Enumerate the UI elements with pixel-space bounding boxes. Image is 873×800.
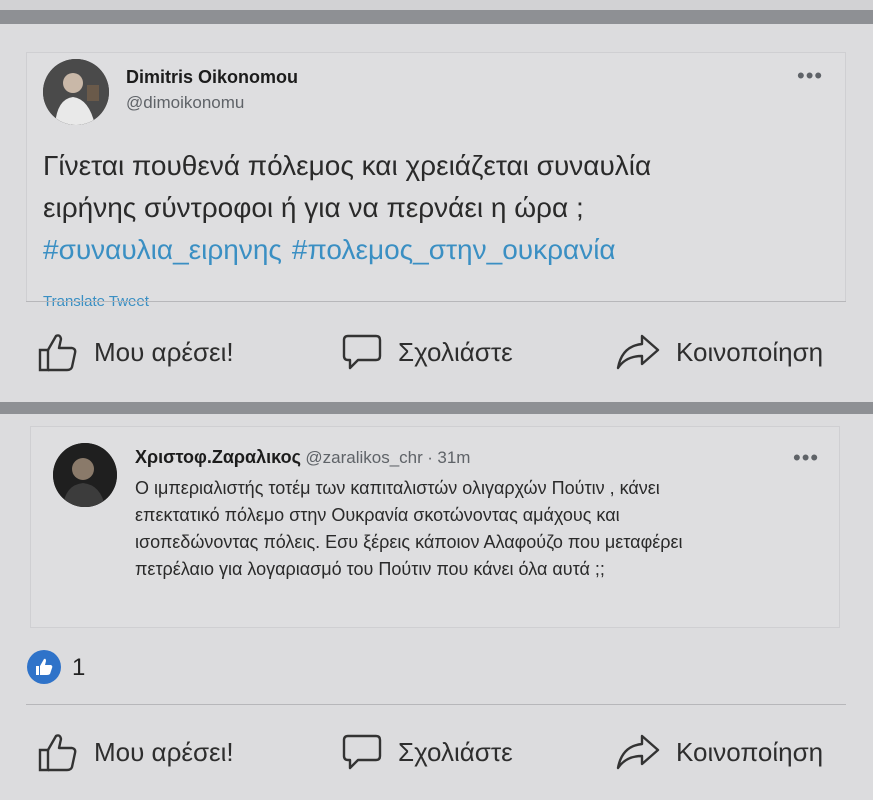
tweet-text-line: ειρήνης σύντροφοι ή για να περνάει η ώρα… — [43, 192, 584, 223]
like-reaction-icon[interactable] — [27, 650, 61, 684]
tweet-header: Χριστοφ.Ζαραλικος @zaralikos_chr · 31m — [135, 447, 470, 468]
header-separator: · — [427, 448, 433, 467]
feed-post-card: Dimitris Oikonomou @dimoikonomu ••• Γίνε… — [0, 24, 873, 402]
tweet-text-line: Ο ιμπεριαλιστής τοτέμ των καπιταλιστών ο… — [135, 478, 660, 498]
divider — [26, 704, 846, 705]
author-name[interactable]: Dimitris Oikonomou — [126, 67, 298, 88]
feed-separator — [0, 10, 873, 24]
tweet-text-line: Γίνεται πουθενά πόλεμος και χρειάζεται σ… — [43, 150, 652, 181]
tweet-hashtags: #συναυλια_ειρηνης #πολεμος_στην_ουκρανία — [43, 229, 626, 271]
thumbs-up-icon — [36, 658, 53, 675]
share-label: Κοινοποίηση — [676, 336, 824, 367]
hashtag-link[interactable]: #συναυλια_ειρηνης — [43, 234, 282, 265]
divider — [26, 301, 846, 302]
share-arrow-icon — [616, 334, 660, 370]
thumbs-up-icon — [38, 734, 77, 772]
comment-bubble-icon — [342, 734, 382, 770]
feed-post-card: Χριστοφ.Ζαραλικος @zaralikos_chr · 31m •… — [0, 414, 873, 800]
tweet-timestamp[interactable]: 31m — [437, 448, 470, 467]
like-button[interactable]: Μου αρέσει! — [36, 330, 234, 374]
comment-button[interactable]: Σχολιάστε — [340, 330, 513, 374]
share-arrow-icon — [616, 734, 660, 770]
share-button[interactable]: Κοινοποίηση — [614, 330, 823, 374]
share-button[interactable]: Κοινοποίηση — [614, 730, 823, 774]
like-button[interactable]: Μου αρέσει! — [36, 730, 234, 774]
embedded-tweet[interactable]: Χριστοφ.Ζαραλικος @zaralikos_chr · 31m •… — [30, 426, 840, 628]
more-options-icon[interactable]: ••• — [797, 65, 823, 87]
comment-button[interactable]: Σχολιάστε — [340, 730, 513, 774]
author-handle[interactable]: @dimoikonomu — [126, 93, 244, 113]
person-photo-icon — [43, 59, 109, 125]
comment-bubble-icon — [342, 334, 382, 370]
tweet-text-line: επεκτατικό πόλεμο στην Ουκρανία σκοτώνον… — [135, 505, 620, 525]
feed-separator — [0, 402, 873, 414]
hashtag-link[interactable]: #πολεμος_στην_ουκρανία — [292, 234, 616, 265]
tweet-text-line: ισοπεδώνοντας πόλεις. Εσυ ξέρεις κάποιον… — [135, 532, 683, 552]
person-photo-icon — [53, 443, 117, 507]
reaction-count[interactable]: 1 — [72, 654, 85, 682]
author-handle[interactable]: @zaralikos_chr — [305, 448, 422, 467]
author-name[interactable]: Χριστοφ.Ζαραλικος — [135, 447, 301, 467]
comment-label: Σχολιάστε — [398, 736, 513, 767]
author-avatar[interactable] — [43, 59, 109, 125]
tweet-text-line: πετρέλαιο για λογαριασμό του Πούτιν που … — [135, 559, 605, 579]
like-label: Μου αρέσει! — [94, 736, 234, 767]
share-label: Κοινοποίηση — [676, 736, 824, 767]
author-avatar[interactable] — [53, 443, 117, 507]
comment-label: Σχολιάστε — [398, 336, 513, 367]
thumbs-up-icon — [38, 334, 77, 372]
embedded-tweet[interactable]: Dimitris Oikonomou @dimoikonomu ••• Γίνε… — [26, 52, 846, 310]
like-label: Μου αρέσει! — [94, 336, 234, 367]
more-options-icon[interactable]: ••• — [793, 447, 819, 469]
